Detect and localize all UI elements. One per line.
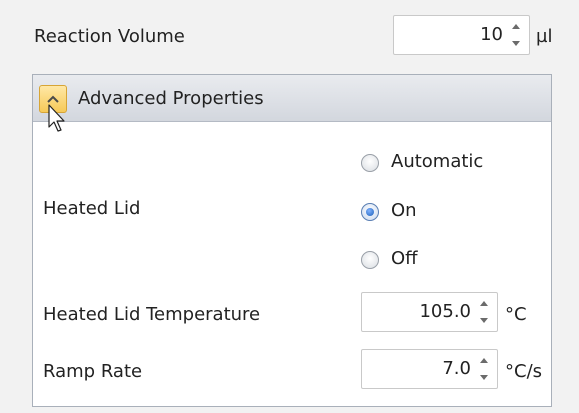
reaction-volume-unit: µl xyxy=(536,26,553,47)
advanced-properties-panel: Advanced Properties Heated Lid Automatic… xyxy=(32,74,552,407)
spin-up-icon[interactable] xyxy=(480,358,488,363)
radio-off-label: Off xyxy=(391,248,418,269)
ramp-rate-spinner[interactable]: 7.0 xyxy=(361,349,498,389)
heated-lid-temperature-unit: °C xyxy=(505,304,527,325)
radio-option-off[interactable]: Off xyxy=(361,248,521,272)
heated-lid-temperature-spinner[interactable]: 105.0 xyxy=(361,292,498,332)
spin-up-icon[interactable] xyxy=(480,301,488,306)
spinner-arrows-icon[interactable] xyxy=(479,356,491,382)
heated-lid-label: Heated Lid xyxy=(43,198,141,219)
radio-option-on[interactable]: On xyxy=(361,200,521,224)
reaction-volume-value[interactable]: 10 xyxy=(480,16,503,54)
radio-on[interactable] xyxy=(361,203,379,221)
radio-on-label: On xyxy=(391,200,417,221)
advanced-properties-header[interactable]: Advanced Properties xyxy=(33,75,551,122)
radio-automatic[interactable] xyxy=(361,154,379,172)
radio-option-automatic[interactable]: Automatic xyxy=(361,151,521,175)
ramp-rate-value[interactable]: 7.0 xyxy=(442,350,471,388)
spinner-arrows-icon[interactable] xyxy=(479,299,491,325)
reaction-volume-label: Reaction Volume xyxy=(34,26,185,47)
spin-up-icon[interactable] xyxy=(512,24,520,29)
ramp-rate-unit: °C/s xyxy=(505,361,543,382)
radio-off[interactable] xyxy=(361,251,379,269)
radio-automatic-label: Automatic xyxy=(391,151,484,172)
heated-lid-temperature-label: Heated Lid Temperature xyxy=(43,304,261,325)
ramp-rate-label: Ramp Rate xyxy=(43,361,143,382)
heated-lid-temperature-value[interactable]: 105.0 xyxy=(419,293,471,331)
mouse-cursor-icon xyxy=(48,104,65,132)
spinner-arrows-icon[interactable] xyxy=(511,22,523,48)
chevron-up-icon xyxy=(47,95,59,103)
spin-down-icon[interactable] xyxy=(480,318,488,323)
spin-down-icon[interactable] xyxy=(512,41,520,46)
reaction-volume-spinner[interactable]: 10 xyxy=(393,15,530,55)
advanced-properties-title: Advanced Properties xyxy=(78,88,264,109)
spin-down-icon[interactable] xyxy=(480,375,488,380)
